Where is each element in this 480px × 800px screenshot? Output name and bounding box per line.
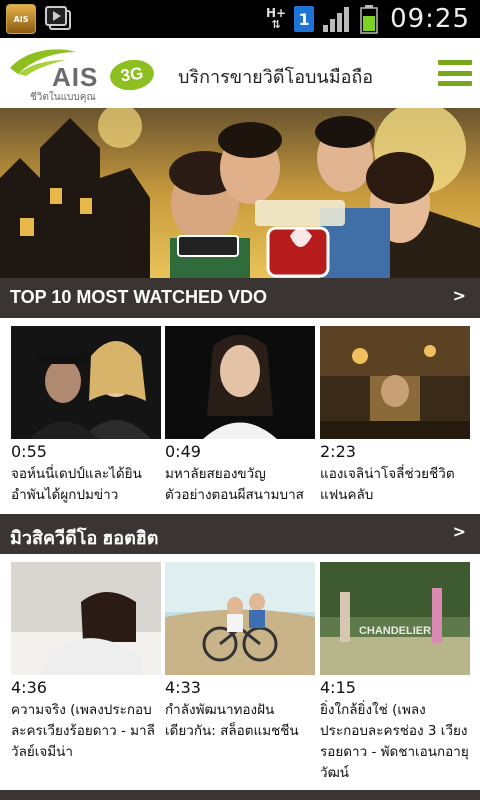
video-caption[interactable]: กำลังพัฒนาทองฝันเดียวกัน: สล็อตแมชชีน	[165, 700, 315, 742]
video-caption[interactable]: มหาลัยสยองขวัญ ตัวอย่างตอนผีสนามบาส	[165, 464, 315, 506]
video-caption[interactable]: ความจริง (เพลงประกอบละครเวียงร้อยดาว - ม…	[11, 700, 161, 763]
video-thumbnail[interactable]	[320, 326, 470, 439]
clock: 09:25	[390, 4, 470, 34]
sim-badge: 1	[294, 6, 315, 32]
section-title: TOP 10 MOST WATCHED VDO	[10, 287, 268, 307]
status-bar: AIS H+ ⇅ 1 09:25	[0, 0, 480, 38]
section-title: มิวสิควีดีโอ ฮอตฮิต	[10, 528, 159, 548]
video-caption[interactable]: แองเจลิน่าโจลี่ช่วยชีวิตแฟนคลับ	[320, 464, 470, 506]
chevron-right-icon[interactable]: >	[453, 522, 466, 541]
video-duration: 4:33	[165, 678, 201, 697]
hamburger-menu-button[interactable]	[438, 60, 472, 86]
video-duration: 4:15	[320, 678, 356, 697]
video-duration: 4:36	[11, 678, 47, 697]
logo-brand-text: AIS	[52, 62, 99, 92]
video-caption[interactable]: จอห์นนี่เดปป์และได้ยินอำพันได้ผูกปมข่าว	[11, 464, 161, 506]
next-section-bar	[0, 790, 480, 800]
page-title: บริการขายวิดีโอบนมือถือ	[178, 67, 374, 88]
promo-banner[interactable]	[0, 108, 480, 278]
app-header: AIS 3G ชีวิตในแบบคุณ บริการขายวิดีโอบนมื…	[0, 38, 480, 108]
video-thumbnail[interactable]	[165, 326, 315, 439]
video-duration: 0:49	[165, 442, 201, 461]
section-header-top10[interactable]: TOP 10 MOST WATCHED VDO >	[0, 278, 480, 318]
chevron-right-icon[interactable]: >	[453, 286, 466, 305]
media-player-icon	[44, 5, 74, 33]
ais-3g-logo[interactable]: AIS 3G ชีวิตในแบบคุณ	[8, 44, 158, 103]
signal-strength-icon	[323, 7, 350, 32]
video-duration: 2:23	[320, 442, 356, 461]
section-header-music-videos[interactable]: มิวสิควีดีโอ ฮอตฮิต >	[0, 514, 480, 554]
video-duration: 0:55	[11, 442, 47, 461]
video-thumbnail[interactable]	[11, 562, 161, 675]
video-thumbnail[interactable]	[165, 562, 315, 675]
video-thumbnail[interactable]	[11, 326, 161, 439]
app-notification-icon: AIS	[6, 4, 36, 34]
logo-tagline: ชีวิตในแบบคุณ	[30, 92, 96, 103]
thumbnail-overlay-text: CHANDELIER	[359, 625, 431, 637]
video-caption[interactable]: ยิ่งใกล้ยิ่งใช่ (เพลงประกอบละครช่อง 3 เว…	[320, 700, 470, 784]
battery-icon	[360, 5, 378, 34]
network-type-indicator: H+ ⇅	[265, 6, 287, 31]
video-thumbnail[interactable]: CHANDELIER	[320, 562, 470, 675]
logo-3g-badge: 3G	[108, 57, 156, 93]
